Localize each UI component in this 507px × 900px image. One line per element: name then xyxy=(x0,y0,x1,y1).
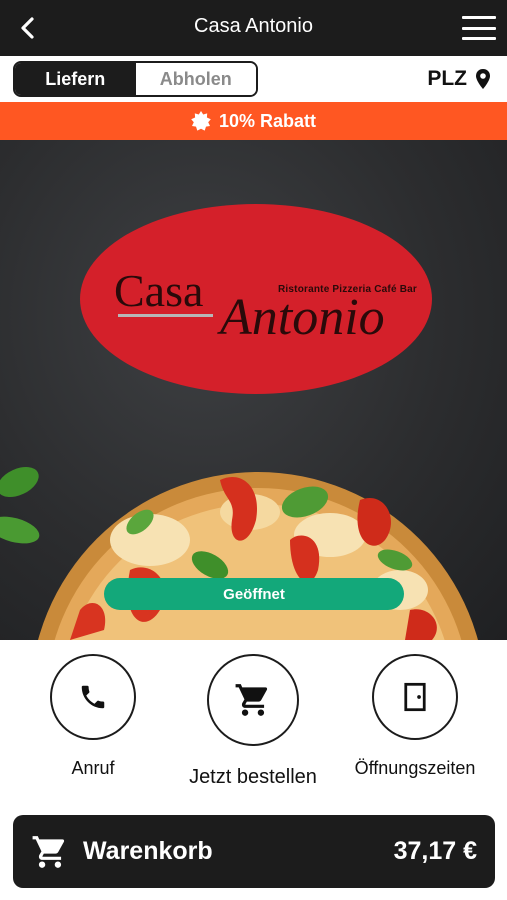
hamburger-menu-icon[interactable] xyxy=(459,12,499,44)
discount-banner: 10% Rabatt xyxy=(0,102,507,140)
tab-pickup[interactable]: Abholen xyxy=(135,63,256,95)
postcode-button[interactable]: PLZ xyxy=(427,67,491,91)
tab-delivery[interactable]: Liefern xyxy=(15,63,136,95)
opening-hours-action[interactable]: Öffnungszeiten xyxy=(348,654,482,779)
opening-hours-button[interactable] xyxy=(372,654,458,740)
badge-icon xyxy=(191,111,211,131)
order-now-button[interactable] xyxy=(207,654,299,746)
order-now-label: Jetzt bestellen xyxy=(189,766,317,788)
cart-total: 37,17 € xyxy=(393,837,477,865)
shopping-cart-icon xyxy=(32,835,65,868)
mode-bar: Liefern Abholen PLZ xyxy=(0,56,507,102)
logo-rule xyxy=(118,314,213,317)
hero-image: Casa Ristorante Pizzeria Café Bar Antoni… xyxy=(0,140,507,640)
restaurant-logo: Casa Ristorante Pizzeria Café Bar Antoni… xyxy=(80,204,432,394)
call-button[interactable] xyxy=(50,654,136,740)
opening-hours-label: Öffnungszeiten xyxy=(354,758,476,778)
call-action[interactable]: Anruf xyxy=(30,654,156,779)
cart-button[interactable]: Warenkorb 37,17 € xyxy=(13,815,495,888)
logo-word-antonio: Antonio xyxy=(220,289,385,346)
door-icon xyxy=(404,682,426,712)
page-title: Casa Antonio xyxy=(194,15,313,37)
delivery-mode-toggle: Liefern Abholen xyxy=(13,61,258,97)
cart-label: Warenkorb xyxy=(83,837,213,865)
shopping-cart-icon xyxy=(235,684,268,716)
discount-text: 10% Rabatt xyxy=(218,110,317,131)
action-row: Anruf Jetzt bestellen Öffnungszeiten xyxy=(0,640,507,805)
phone-icon xyxy=(81,685,105,709)
location-pin-icon xyxy=(476,69,490,89)
open-status-badge: Geöffnet xyxy=(104,578,404,610)
order-now-action[interactable]: Jetzt bestellen xyxy=(178,654,328,789)
app-header: Casa Antonio xyxy=(0,0,507,56)
call-label: Anruf xyxy=(71,758,115,778)
logo-word-casa: Casa xyxy=(114,265,204,316)
postcode-label: PLZ xyxy=(427,67,467,90)
